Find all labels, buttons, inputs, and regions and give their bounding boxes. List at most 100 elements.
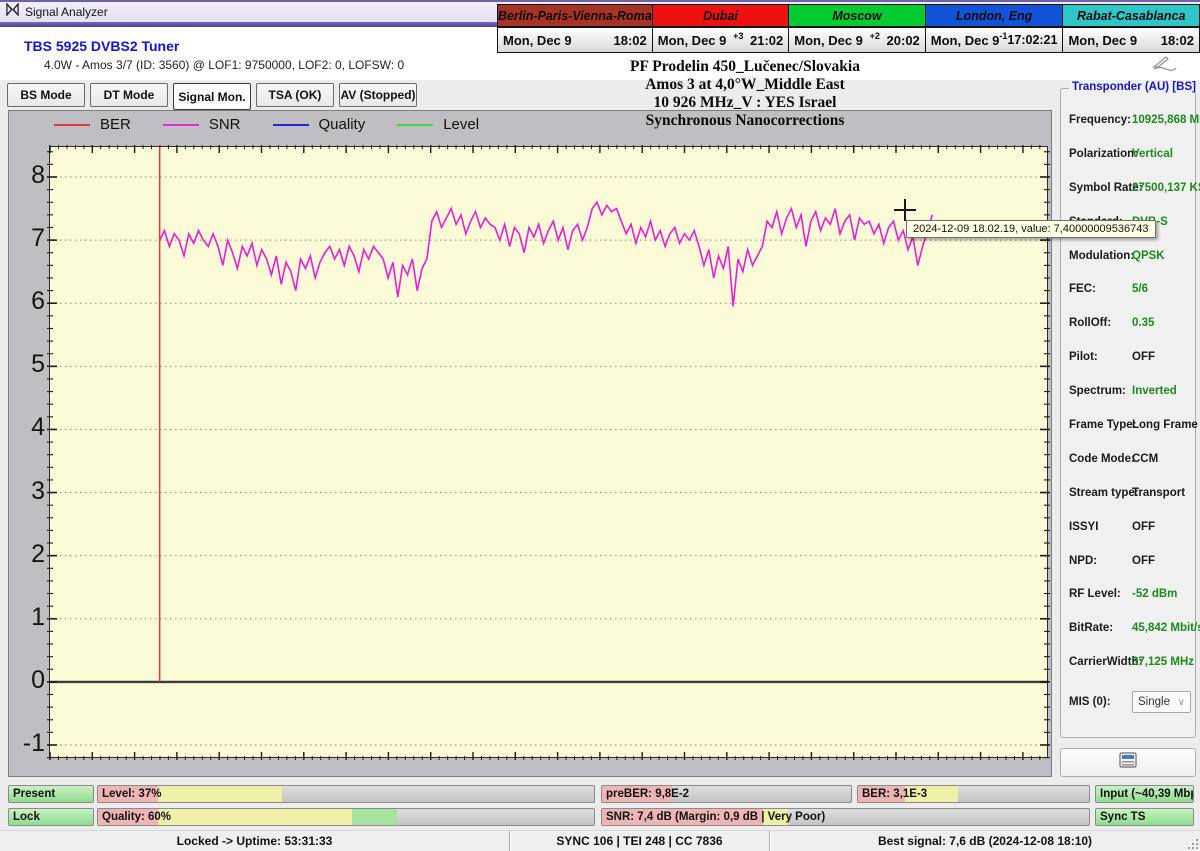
legend-line-icon	[54, 124, 90, 126]
transponder-value: 37,125 MHz	[1132, 656, 1194, 668]
bar-label: Lock	[13, 809, 40, 825]
indicator-bar-level: Level: 37%	[97, 785, 595, 803]
legend-label: Quality	[319, 116, 366, 133]
bar-label: Input (~40,39 Mbps)	[1100, 786, 1194, 802]
bar-label: Level: 37%	[102, 786, 161, 802]
clock-date: Mon, Dec 9	[1068, 33, 1137, 48]
transponder-row-npd-: NPD:OFF	[1069, 544, 1191, 578]
transponder-label: FEC:	[1069, 283, 1132, 295]
transponder-row-rolloff-: RollOff:0.35	[1069, 306, 1191, 340]
legend-line-icon	[273, 124, 309, 126]
transponder-label: BitRate:	[1069, 622, 1132, 634]
app-icon	[6, 3, 19, 21]
bar-label: Sync TS	[1100, 809, 1145, 825]
clock-time: Mon, Dec 9+220:02	[789, 28, 925, 52]
chart-plot-area[interactable]	[49, 146, 1048, 758]
transponder-label: Spectrum:	[1069, 385, 1132, 397]
clock-city-label: Moscow	[789, 5, 925, 28]
mode-buttons-row: BS ModeDT ModeSignal Mon.TSA (OK)AV (Sto…	[7, 83, 417, 110]
y-tick-label-0: 0	[11, 666, 45, 694]
transponder-value: Vertical	[1132, 148, 1173, 160]
clock-time-value: 21:02	[750, 33, 783, 48]
bar-fill-zone	[352, 809, 397, 825]
transponder-label: Frequency:	[1069, 114, 1132, 126]
transponder-row-issyi: ISSYIOFF	[1069, 510, 1191, 544]
bar-label: BER: 3,1E-3	[862, 786, 927, 802]
transponder-row-fec-: FEC:5/6	[1069, 272, 1191, 306]
transponder-value: 5/6	[1132, 283, 1148, 295]
mode-button-bs-mode[interactable]: BS Mode	[7, 83, 85, 107]
legend-item-ber: BER	[54, 116, 131, 133]
transponder-value: Long Frame	[1132, 419, 1198, 431]
bar-fill-zone	[602, 786, 672, 802]
transponder-label: Polarization:	[1069, 148, 1132, 160]
world-clocks: Berlin-Paris-Vienna-RomaMon, Dec 918:02D…	[497, 4, 1200, 53]
transponder-label: NPD:	[1069, 555, 1132, 567]
transponder-label: RollOff:	[1069, 317, 1132, 329]
clock-berlin-paris-vienna-roma: Berlin-Paris-Vienna-RomaMon, Dec 918:02	[498, 5, 653, 52]
bar-label: SNR: 7,4 dB (Margin: 0,9 dB | Very Poor)	[606, 809, 825, 825]
bar-label: preBER: 9,8E-2	[606, 786, 689, 802]
indicator-bar-ber: BER: 3,1E-3	[857, 785, 1090, 803]
indicator-bar-preber: preBER: 9,8E-2	[601, 785, 852, 803]
transponder-row-rf-level-: RF Level:-52 dBm	[1069, 577, 1191, 611]
clock-time-value: 18:02	[614, 33, 647, 48]
clock-date: Mon, Dec 9	[794, 33, 863, 48]
clock-utc-offset: +2	[870, 31, 880, 41]
transponder-row-polarization-: Polarization:Vertical	[1069, 137, 1191, 171]
clock-rabat-casablanca: Rabat-CasablancaMon, Dec 918:02	[1063, 5, 1199, 52]
indicator-bar-quality: Quality: 60%	[97, 808, 595, 826]
mis-select[interactable]: Single∨	[1132, 691, 1191, 713]
legend-label: SNR	[209, 116, 241, 133]
bar-fill-zone	[98, 809, 158, 825]
clock-city-label: London, Eng	[926, 5, 1063, 28]
transponder-rows: Frequency:10925,868 MHzPolarization:Vert…	[1069, 103, 1191, 713]
clock-time-value: 17:02:21	[1007, 33, 1057, 47]
bar-label: Quality: 60%	[102, 809, 171, 825]
bar-fill-zone	[158, 786, 283, 802]
y-tick-label-8: 8	[11, 161, 45, 189]
tuner-name: TBS 5925 DVBS2 Tuner	[24, 38, 179, 54]
transponder-label: Symbol Rate:	[1069, 182, 1132, 194]
cursor-tooltip: 2024-12-09 18.02.19, value: 7,4000000953…	[906, 220, 1156, 238]
y-tick-label-4: 4	[11, 413, 45, 441]
legend-item-level: Level	[397, 116, 479, 133]
transponder-label: Modulation:	[1069, 250, 1132, 262]
clock-date: Mon, Dec 9	[658, 33, 727, 48]
transponder-label: ISSYI	[1069, 521, 1132, 533]
transponder-label: Pilot:	[1069, 351, 1132, 363]
status-bar: Locked -> Uptime: 53:31:33 SYNC 106 | TE…	[0, 830, 1200, 851]
transponder-value: OFF	[1132, 521, 1155, 533]
mode-button-dt-mode[interactable]: DT Mode	[90, 83, 168, 107]
transponder-value: 45,842 Mbit/s	[1132, 622, 1200, 634]
transponder-value: 0.35	[1132, 317, 1154, 329]
y-tick-label-6: 6	[11, 287, 45, 315]
bar-fill-zone	[858, 786, 905, 802]
clock-london-eng: London, EngMon, Dec 9-117:02:21	[926, 5, 1064, 52]
transponder-row-frequency-: Frequency:10925,868 MHz	[1069, 103, 1191, 137]
bar-fill-zone	[602, 809, 763, 825]
legend-line-icon	[163, 124, 199, 126]
bar-fill-zone	[158, 809, 352, 825]
mode-button-av-stopped-[interactable]: AV (Stopped)	[339, 83, 417, 107]
signature-icon	[1152, 55, 1178, 76]
transponder-value: Transport	[1132, 487, 1185, 499]
resize-grip[interactable]	[1186, 837, 1198, 849]
chevron-down-icon: ∨	[1178, 697, 1185, 708]
transponder-label: Stream type:	[1069, 487, 1132, 499]
indicator-bar-lock: Lock	[8, 808, 94, 826]
mode-button-tsa-ok-[interactable]: TSA (OK)	[256, 83, 334, 107]
panel-tool-button[interactable]	[1060, 748, 1196, 777]
indicator-bar-present: Present	[8, 785, 94, 803]
clock-time: Mon, Dec 9+321:02	[653, 28, 789, 52]
y-tick-label-5: 5	[11, 350, 45, 378]
mode-button-signal-mon-[interactable]: Signal Mon.	[173, 83, 251, 110]
device-icon	[1117, 752, 1139, 774]
transponder-label: MIS (0):	[1069, 696, 1132, 708]
transponder-row-bitrate-: BitRate:45,842 Mbit/s	[1069, 611, 1191, 645]
legend-item-snr: SNR	[163, 116, 241, 133]
clock-moscow: MoscowMon, Dec 9+220:02	[789, 5, 926, 52]
clock-utc-offset: -1	[999, 31, 1007, 41]
transponder-value: Inverted	[1132, 385, 1177, 397]
transponder-row-spectrum-: Spectrum:Inverted	[1069, 374, 1191, 408]
